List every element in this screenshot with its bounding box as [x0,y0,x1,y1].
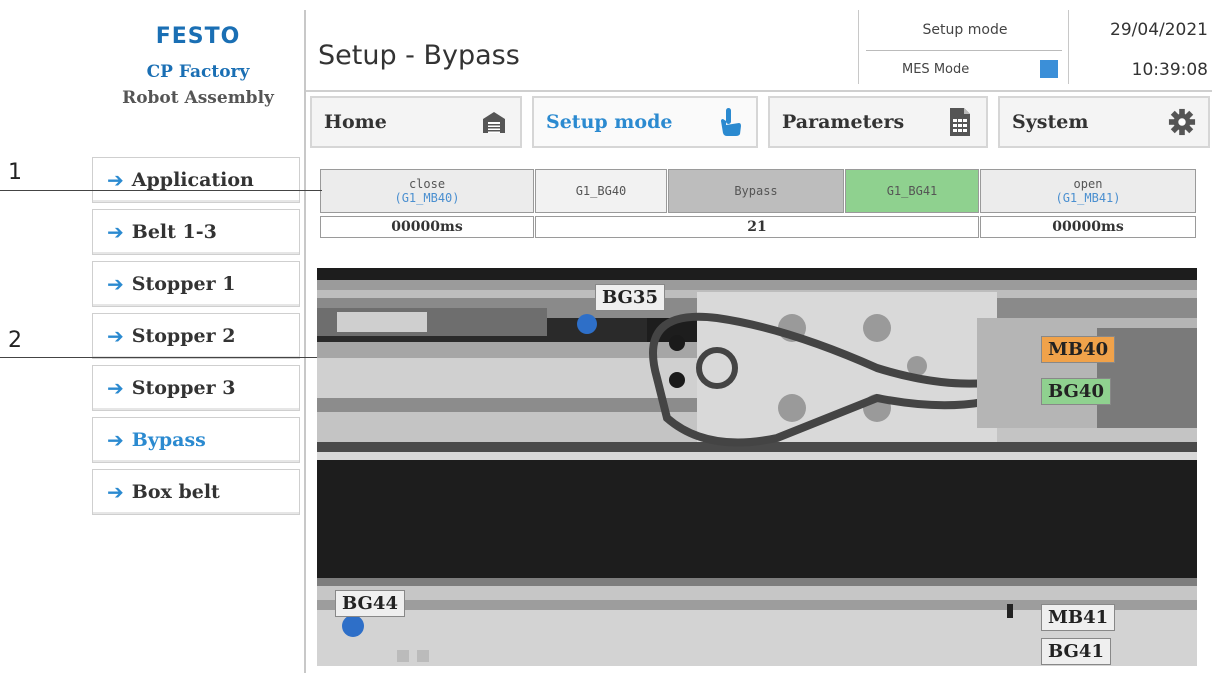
sidebar-item-label: Stopper 2 [131,325,236,347]
nav-setup-mode-button[interactable]: Setup mode [532,96,758,148]
sensor-bg40-indicator: G1_BG40 [535,169,667,213]
festo-logo: FESTO [155,24,241,49]
sensor-tag-bg41: BG41 [1041,638,1111,665]
arrow-right-icon: ➔ [107,428,124,452]
sidebar-item-label: Stopper 1 [131,273,236,295]
sidebar-item-label: Stopper 3 [131,377,236,399]
date-display: 29/04/2021 [1110,20,1208,40]
sensor-bg41-indicator: G1_BG41 [845,169,979,213]
station-name: CP Factory [146,62,250,82]
sidebar-item-stopper-3[interactable]: ➔ Stopper 3 [92,365,300,411]
garage-icon [480,108,508,136]
arrow-right-icon: ➔ [107,168,124,192]
sidebar-item-application[interactable]: ➔ Application [92,157,300,203]
sensor-tag-bg35: BG35 [595,284,665,311]
valve-tag-mb40: MB40 [1041,336,1116,363]
open-valve-id: (G1_MB41) [1055,191,1121,205]
divider [304,10,306,673]
mode-indicator-mes: MES Mode [902,62,970,77]
open-time-value: 00000ms [980,216,1196,238]
gear-icon [1168,108,1196,136]
sidebar-item-bypass[interactable]: ➔ Bypass [92,417,300,463]
arrow-right-icon: ➔ [107,480,124,504]
divider [1068,10,1069,84]
sensor-label: G1_BG41 [886,184,938,198]
arrow-right-icon: ➔ [107,272,124,296]
sidebar-item-label: Bypass [131,429,206,451]
arrow-right-icon: ➔ [107,220,124,244]
station-subtitle: Robot Assembly [122,88,274,108]
sensor-tag-bg40: BG40 [1041,378,1111,405]
close-valve-id: (G1_MB40) [394,191,460,205]
mode-indicator-setup: Setup mode [922,22,1008,38]
close-label: close [408,177,446,191]
nav-parameters-button[interactable]: Parameters [768,96,988,148]
sidebar-item-label: Application [131,169,254,191]
nav-label: System [1012,111,1089,133]
divider [858,10,859,84]
counter-value: 21 [535,216,979,238]
nav-label: Home [324,111,387,133]
hand-pointer-icon [716,108,744,136]
nav-label: Setup mode [546,111,673,133]
time-display: 10:39:08 [1131,60,1208,80]
page-title: Setup - Bypass [318,40,520,71]
sidebar-item-belt[interactable]: ➔ Belt 1-3 [92,209,300,255]
nav-system-button[interactable]: System [998,96,1210,148]
divider [306,90,1212,92]
open-label: open [1073,177,1103,191]
sensor-label: G1_BG40 [575,184,627,198]
callout-number: 2 [8,328,22,353]
arrow-right-icon: ➔ [107,376,124,400]
sensor-tag-bg44: BG44 [335,590,405,617]
bypass-label: Bypass [734,184,778,198]
sidebar-item-stopper-1[interactable]: ➔ Stopper 1 [92,261,300,307]
valve-tag-mb41: MB41 [1041,604,1116,631]
sidebar-item-label: Box belt [131,481,220,503]
arrow-right-icon: ➔ [107,324,124,348]
close-button[interactable]: close (G1_MB40) [320,169,534,213]
nav-home-button[interactable]: Home [310,96,522,148]
sidebar-item-stopper-2[interactable]: ➔ Stopper 2 [92,313,300,359]
divider [866,50,1062,51]
document-icon [946,108,974,136]
sidebar-item-label: Belt 1-3 [131,221,217,243]
mes-mode-toggle[interactable] [1040,60,1058,78]
nav-label: Parameters [782,111,905,133]
sidebar-item-box-belt[interactable]: ➔ Box belt [92,469,300,515]
open-button[interactable]: open (G1_MB41) [980,169,1196,213]
close-time-value: 00000ms [320,216,534,238]
callout-line [0,190,322,191]
callout-number: 1 [8,160,22,185]
bypass-module-image: BG35 MB40 BG40 BG44 MB41 BG41 [317,268,1197,666]
bypass-status: Bypass [668,169,844,213]
